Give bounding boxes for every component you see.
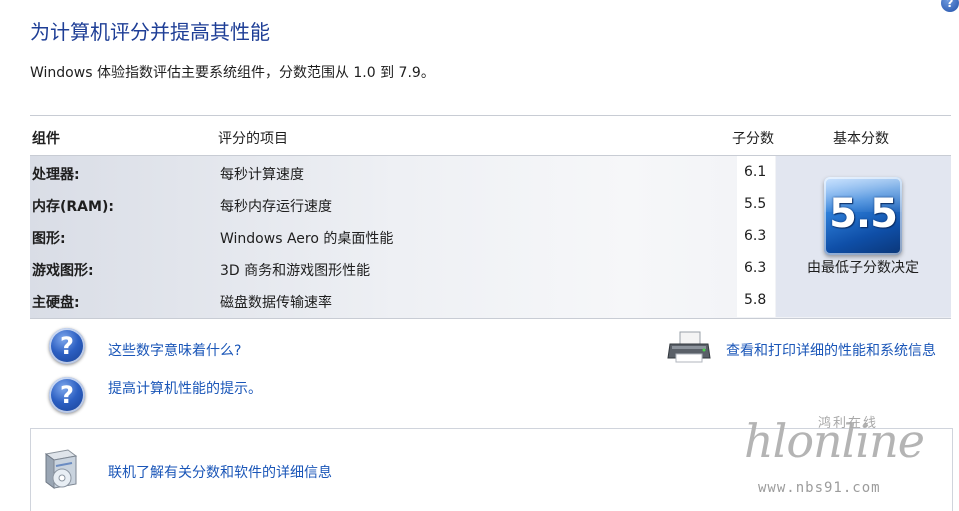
column-header-item: 评分的项目: [218, 131, 288, 147]
subscore-value: 6.3: [744, 260, 767, 276]
rated-item: 每秒内存运行速度: [220, 199, 332, 215]
subscore-value: 6.3: [744, 228, 767, 244]
table-row: 内存(RAM): 每秒内存运行速度 5.5: [30, 188, 951, 220]
performance-tips-link[interactable]: 提高计算机性能的提示。: [108, 378, 262, 398]
printer-icon[interactable]: [666, 330, 712, 366]
table-row: 处理器: 每秒计算速度 6.1: [30, 156, 951, 188]
base-score-badge: 5.5: [824, 177, 902, 255]
watermark: hlonline 鸿利在线 www.nbs91.com: [730, 398, 955, 498]
software-box-icon[interactable]: [40, 446, 80, 490]
component-name: 内存(RAM):: [32, 199, 114, 215]
rated-item: Windows Aero 的桌面性能: [220, 231, 394, 247]
what-numbers-mean-link[interactable]: 这些数字意味着什么?: [108, 340, 241, 360]
page-title: 为计算机评分并提高其性能: [30, 20, 270, 44]
component-name: 主硬盘:: [32, 295, 80, 311]
question-icon[interactable]: ?: [49, 328, 85, 364]
subscore-value: 5.5: [744, 196, 767, 212]
base-score-caption: 由最低子分数决定: [807, 260, 919, 276]
component-name: 图形:: [32, 231, 66, 247]
rated-item: 每秒计算速度: [220, 167, 304, 183]
question-icon[interactable]: ?: [49, 377, 85, 413]
column-header-component: 组件: [32, 131, 60, 147]
subscore-value: 6.1: [744, 164, 767, 180]
component-name: 游戏图形:: [32, 263, 94, 279]
base-score-value: 5.5: [829, 191, 898, 237]
table-divider: [30, 115, 951, 116]
subscore-value: 5.8: [744, 292, 767, 308]
print-details-link[interactable]: 查看和打印详细的性能和系统信息: [726, 340, 936, 360]
column-header-base-score: 基本分数: [833, 131, 889, 147]
rated-item: 磁盘数据传输速率: [220, 295, 332, 311]
watermark-chinese-text: 鸿利在线: [818, 416, 879, 431]
online-info-link[interactable]: 联机了解有关分数和软件的详细信息: [108, 462, 332, 482]
column-header-subscore: 子分数: [732, 131, 774, 147]
watermark-url: www.nbs91.com: [758, 480, 881, 496]
page-subtitle: Windows 体验指数评估主要系统组件，分数范围从 1.0 到 7.9。: [30, 65, 435, 81]
help-icon[interactable]: ?: [941, 0, 959, 12]
component-name: 处理器:: [32, 167, 80, 183]
table-row: 图形: Windows Aero 的桌面性能 6.3: [30, 220, 951, 252]
rated-item: 3D 商务和游戏图形性能: [220, 263, 371, 279]
table-row: 主硬盘: 磁盘数据传输速率 5.8: [30, 284, 951, 316]
